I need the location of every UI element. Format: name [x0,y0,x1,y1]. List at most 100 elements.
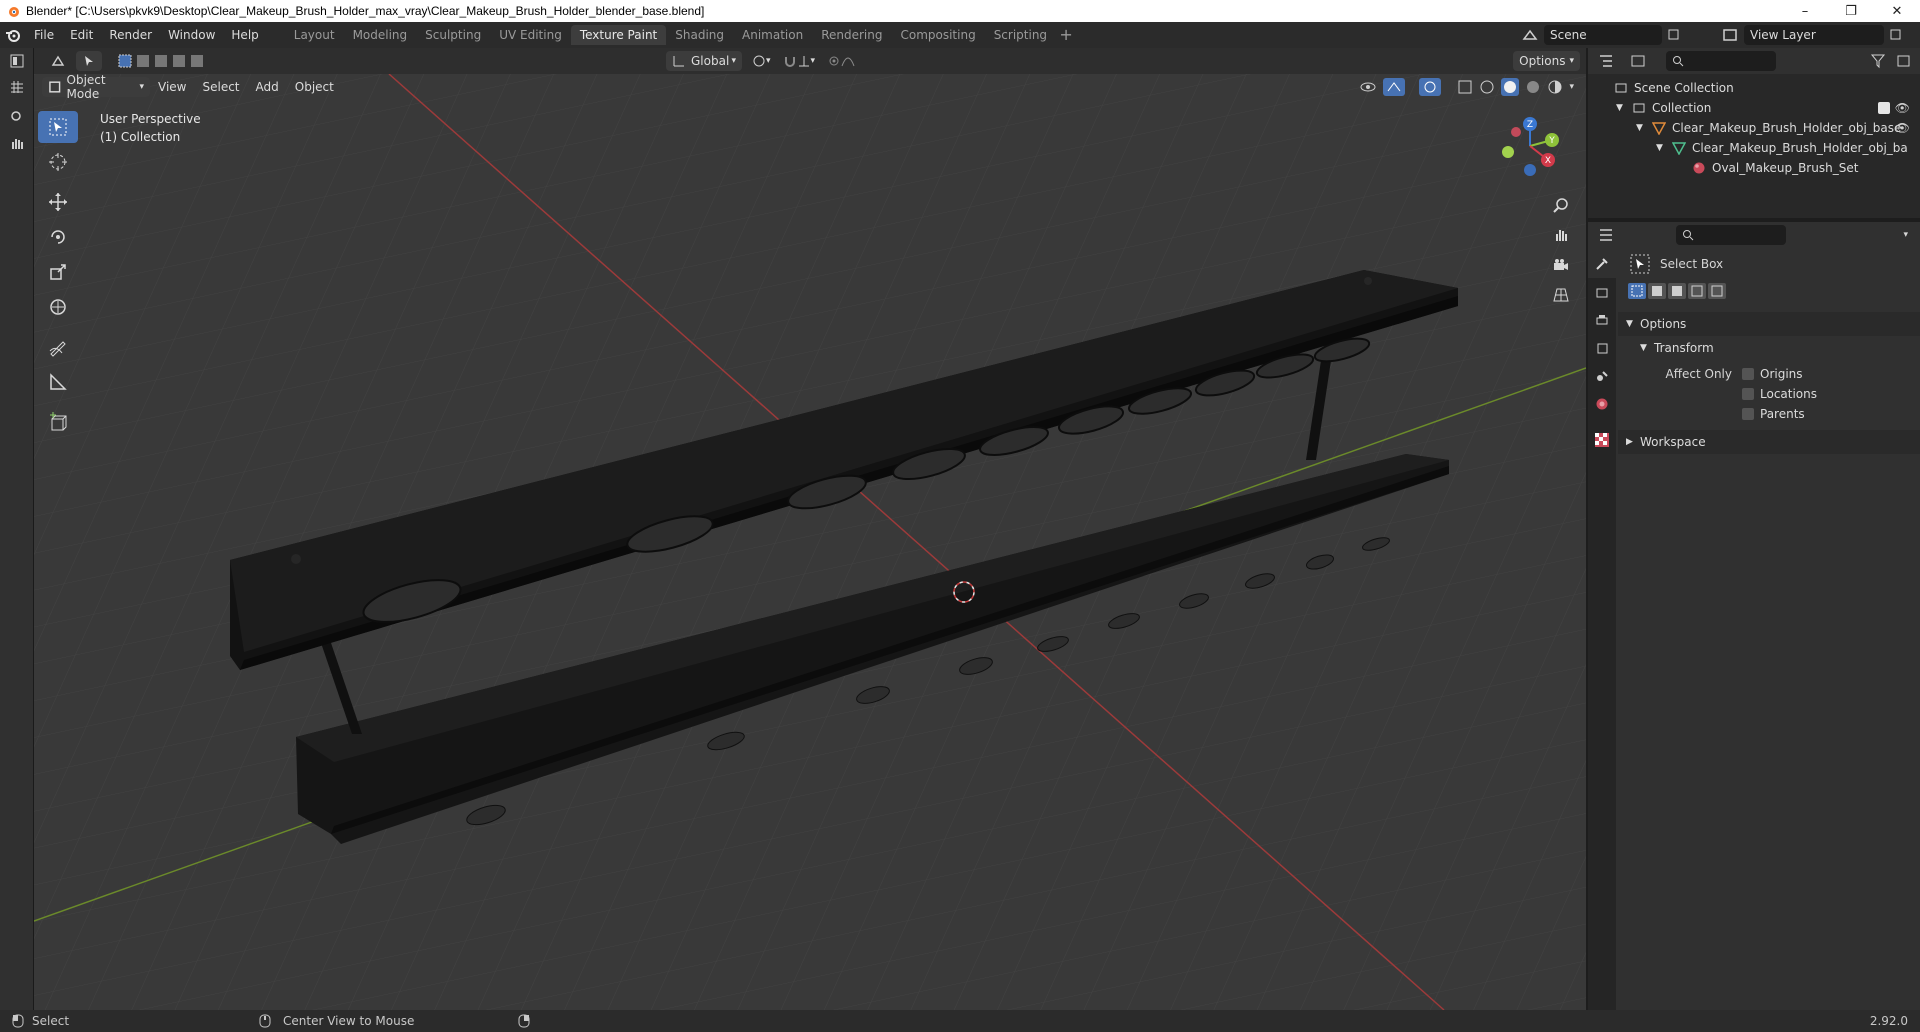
options-panel-header[interactable]: ▼ Options [1618,312,1920,336]
ortho-toggle-button[interactable] [1548,282,1574,308]
mode-dropdown[interactable]: Object Mode ▾ [42,73,150,101]
outliner-row-collection[interactable]: ▼ Collection 👁 [1588,98,1920,118]
snap-target-icon[interactable] [797,54,811,68]
parents-checkbox[interactable] [1742,408,1754,420]
move-tool[interactable] [38,186,78,218]
add-cube-tool[interactable] [38,406,78,438]
eye-icon[interactable]: 👁 [1895,121,1910,135]
zoom-side-icon[interactable] [0,104,34,130]
material-shading-icon[interactable] [1525,79,1541,95]
tab-uv-editing[interactable]: UV Editing [490,25,571,45]
menu-object[interactable]: Object [287,76,342,98]
menu-render[interactable]: Render [101,24,160,46]
tab-layout[interactable]: Layout [285,25,344,45]
filter-icon[interactable] [1870,53,1890,69]
view-layer-name-field[interactable]: View Layer [1744,25,1884,45]
origins-checkbox[interactable] [1742,368,1754,380]
outliner-row-object-base[interactable]: ▼ Clear_Makeup_Brush_Holder_obj_base 👁 [1588,118,1920,138]
select-mode-buttons[interactable] [112,51,210,71]
select-intersect-icon[interactable] [190,54,204,68]
select-invert-icon[interactable] [1688,283,1706,299]
blender-menu-icon[interactable] [0,22,26,48]
properties-search-input[interactable] [1676,225,1786,245]
scene-selector[interactable]: Scene [1522,24,1682,46]
properties-editor-icon[interactable] [1598,227,1622,243]
editor-type-icon[interactable] [0,48,34,74]
tab-sculpting[interactable]: Sculpting [416,25,490,45]
options-dropdown[interactable]: Options ▾ [1513,51,1580,71]
outliner-row-scene-collection[interactable]: Scene Collection [1588,78,1920,98]
xray-toggle-icon[interactable] [1457,79,1473,95]
select-box-tool[interactable] [38,111,78,143]
chevron-down-icon[interactable]: ▾ [1903,230,1908,240]
exclude-checkbox[interactable] [1878,102,1890,114]
eye-icon[interactable]: 👁 [1895,101,1910,115]
falloff-curve-icon[interactable] [841,54,855,68]
transform-subpanel-header[interactable]: ▼ Transform [1618,336,1920,360]
select-extend-icon[interactable] [1648,283,1666,299]
close-button[interactable]: ✕ [1874,0,1920,22]
transform-tool[interactable] [38,291,78,323]
tab-world[interactable] [1588,390,1616,418]
snap-button[interactable]: ▾ [777,51,822,71]
tab-shading[interactable]: Shading [666,25,733,45]
expand-triangle-icon[interactable]: ▼ [1656,143,1672,153]
tab-compositing[interactable]: Compositing [891,25,984,45]
outliner-row-mesh-data[interactable]: ▼ Clear_Makeup_Brush_Holder_obj_ba [1588,138,1920,158]
expand-triangle-icon[interactable]: ▼ [1616,103,1632,113]
rotate-tool[interactable] [38,221,78,253]
select-subtract-icon[interactable] [1668,283,1686,299]
copy-scene-icon[interactable] [1666,27,1682,43]
hand-side-icon[interactable] [0,130,34,156]
tab-view-layer[interactable] [1588,334,1616,362]
tab-scene[interactable] [1588,362,1616,390]
scene-name-field[interactable]: Scene [1544,25,1662,45]
scale-tool[interactable] [38,256,78,288]
menu-file[interactable]: File [26,24,62,46]
chevron-down-icon[interactable]: ▾ [1569,82,1574,92]
menu-view[interactable]: View [150,76,194,98]
select-new-icon[interactable] [1628,283,1646,299]
outliner-editor-icon[interactable] [1598,53,1620,69]
menu-window[interactable]: Window [160,24,223,46]
overlay-toggle-icon[interactable] [1419,78,1442,96]
cursor-tool[interactable] [38,146,78,178]
menu-select[interactable]: Select [194,76,247,98]
3d-viewport[interactable] [34,74,1586,1010]
tab-texture[interactable] [1588,426,1616,454]
select-invert-icon[interactable] [172,54,186,68]
editor-type-button[interactable] [44,51,72,71]
camera-view-button[interactable] [1548,252,1574,278]
pivot-point-button[interactable]: ▾ [746,51,777,71]
tab-rendering[interactable]: Rendering [812,25,891,45]
select-tool-button[interactable] [76,51,102,71]
navigation-gizmo[interactable]: Z Y X [1490,108,1570,188]
menu-edit[interactable]: Edit [62,24,101,46]
select-new-icon[interactable] [118,54,132,68]
rendered-shading-icon[interactable] [1547,79,1563,95]
pan-view-button[interactable] [1548,222,1574,248]
maximize-button[interactable]: ❐ [1828,0,1874,22]
grid-editor-icon[interactable] [0,74,34,100]
wireframe-shading-icon[interactable] [1479,79,1495,95]
minimize-button[interactable]: – [1782,0,1828,22]
display-mode-icon[interactable] [1630,53,1652,69]
tab-scripting[interactable]: Scripting [985,25,1056,45]
expand-triangle-icon[interactable]: ▼ [1636,123,1652,133]
select-extend-icon[interactable] [136,54,150,68]
visibility-eye-icon[interactable] [1359,80,1377,94]
tab-render[interactable] [1588,278,1616,306]
select-intersect-icon[interactable] [1708,283,1726,299]
tab-output[interactable] [1588,306,1616,334]
new-collection-icon[interactable] [1896,53,1914,69]
copy-view-layer-icon[interactable] [1888,27,1904,43]
zoom-view-button[interactable] [1548,192,1574,218]
tab-texture-paint[interactable]: Texture Paint [570,25,667,45]
menu-help[interactable]: Help [223,24,266,46]
proportional-edit-button[interactable] [821,51,861,71]
annotate-tool[interactable] [38,331,78,363]
menu-add[interactable]: Add [248,76,287,98]
select-subtract-icon[interactable] [154,54,168,68]
parents-checkbox-row[interactable]: Parents [1742,404,1817,424]
outliner-search-input[interactable] [1666,51,1776,71]
